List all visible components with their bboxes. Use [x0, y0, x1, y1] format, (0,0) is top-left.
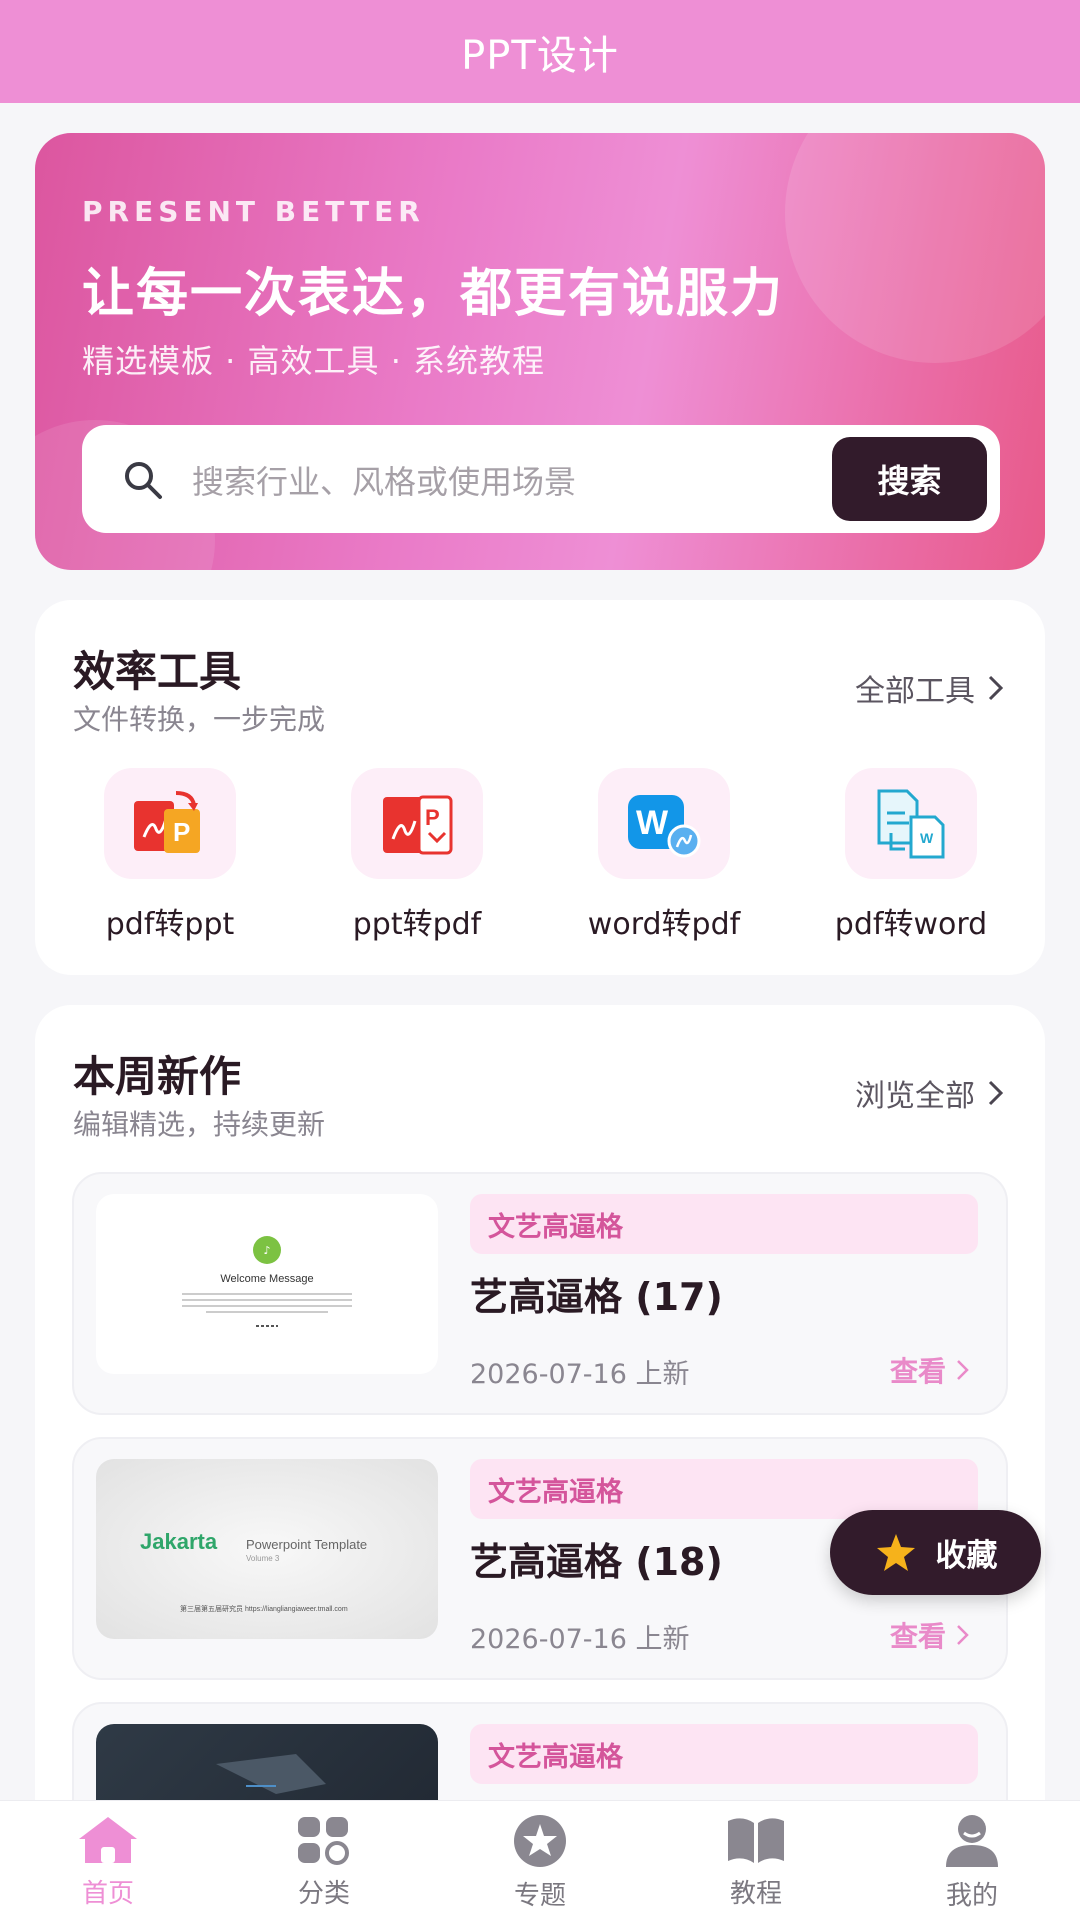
hero-headline: 让每一次表达，都更有说服力 — [82, 264, 785, 324]
top-app-bar: PPT设计 — [0, 0, 1080, 103]
section-subtitle: 编辑精选，持续更新 — [73, 1108, 326, 1141]
new-works-card: 本周新作 编辑精选，持续更新 浏览全部 ♪ Welcome Message 文艺… — [35, 1005, 1045, 1920]
tool-label: pdf转ppt — [105, 907, 235, 942]
chevron-right-icon — [957, 1360, 969, 1380]
tool-label: pdf转word — [834, 907, 988, 942]
hero-kicker: PRESENT BETTER — [82, 195, 425, 228]
view-label: 查看 — [889, 1620, 946, 1653]
all-tools-link[interactable]: 全部工具 — [855, 666, 1005, 710]
book-icon — [728, 1818, 784, 1863]
thumb-heading: Jakarta — [140, 1529, 218, 1554]
nav-label: 分类 — [297, 1879, 350, 1909]
efficiency-tools-card: 效率工具 文件转换，一步完成 全部工具 P pdf转ppt P ppt转pdf … — [35, 600, 1045, 975]
nav-label: 教程 — [729, 1879, 782, 1909]
chevron-right-icon — [988, 675, 1004, 701]
word-to-pdf-icon: W — [598, 768, 730, 879]
nav-item-profile[interactable]: 我的 — [897, 1813, 1047, 1913]
category-tag: 文艺高逼格 — [470, 1724, 978, 1784]
svg-text:W: W — [920, 830, 934, 846]
nav-item-category[interactable]: 分类 — [249, 1813, 399, 1913]
template-title: 艺高逼格 (18) — [470, 1540, 723, 1584]
tool-pdf-to-word[interactable]: W pdf转word — [811, 768, 1011, 943]
svg-text:P: P — [173, 817, 190, 847]
home-icon — [79, 1817, 137, 1863]
template-title: 艺高逼格 (17) — [470, 1275, 723, 1319]
thumb-subheading: Powerpoint Template — [246, 1537, 367, 1552]
publish-date: 2026-07-16 上新 — [470, 1624, 690, 1655]
tool-label: word转pdf — [587, 907, 741, 942]
tool-pdf-to-ppt[interactable]: P pdf转ppt — [70, 768, 270, 943]
nav-label: 首页 — [81, 1879, 134, 1909]
search-bar[interactable]: 搜索行业、风格或使用场景 搜索 — [82, 425, 1000, 533]
nav-label: 专题 — [513, 1881, 566, 1911]
favorite-button[interactable]: 收藏 — [830, 1510, 1041, 1595]
category-tag: 文艺高逼格 — [470, 1194, 978, 1254]
svg-text:♪: ♪ — [263, 1244, 270, 1257]
section-subtitle: 文件转换，一步完成 — [73, 703, 326, 736]
pdf-to-ppt-icon: P — [104, 768, 236, 879]
list-item[interactable]: ♪ Welcome Message 文艺高逼格 艺高逼格 (17) 2026-0… — [72, 1172, 1008, 1415]
nav-item-home[interactable]: 首页 — [33, 1813, 183, 1913]
view-link[interactable]: 查看 — [890, 1350, 970, 1390]
favorite-label: 收藏 — [935, 1538, 998, 1574]
nav-label: 我的 — [945, 1881, 998, 1911]
page-title: PPT设计 — [461, 32, 619, 79]
svg-text:P: P — [425, 805, 440, 830]
tool-label: ppt转pdf — [352, 907, 482, 942]
chevron-right-icon — [988, 1080, 1004, 1106]
view-label: 查看 — [889, 1355, 946, 1388]
hero-subtitle: 精选模板 · 高效工具 · 系统教程 — [82, 342, 546, 380]
hero-banner: PRESENT BETTER 让每一次表达，都更有说服力 精选模板 · 高效工具… — [35, 133, 1045, 570]
search-icon — [125, 462, 162, 499]
thumb-footer: 第三届第五届研究员 https://liangliangiaweer.tmall… — [180, 1604, 348, 1613]
nav-item-topic[interactable]: 专题 — [465, 1813, 615, 1913]
category-icon — [298, 1817, 349, 1865]
browse-all-link[interactable]: 浏览全部 — [855, 1071, 1005, 1115]
user-icon — [946, 1815, 998, 1867]
svg-text:W: W — [636, 804, 669, 842]
tool-word-to-pdf[interactable]: W word转pdf — [564, 768, 764, 943]
pdf-to-word-icon: W — [845, 768, 977, 879]
section-title: 效率工具 — [73, 647, 242, 696]
thumb-heading: Welcome Message — [220, 1273, 313, 1285]
ppt-to-pdf-icon: P — [351, 768, 483, 879]
publish-date: 2026-07-16 上新 — [470, 1359, 690, 1390]
template-thumbnail: ♪ Welcome Message — [96, 1194, 438, 1374]
section-title: 本周新作 — [73, 1052, 242, 1101]
decorative-bubble — [785, 133, 1045, 363]
view-link[interactable]: 查看 — [890, 1615, 970, 1655]
chevron-right-icon — [957, 1625, 969, 1645]
bottom-navigation: 首页 分类 专题 教程 我的 — [0, 1800, 1080, 1920]
template-thumbnail: Jakarta Powerpoint Template Volume 3 第三届… — [96, 1459, 438, 1639]
nav-item-tutorial[interactable]: 教程 — [681, 1813, 831, 1913]
search-button[interactable]: 搜索 — [832, 437, 987, 521]
topic-star-icon — [514, 1815, 566, 1867]
browse-all-label: 浏览全部 — [855, 1079, 975, 1114]
search-input[interactable]: 搜索行业、风格或使用场景 — [192, 457, 576, 503]
star-icon — [876, 1533, 915, 1571]
all-tools-label: 全部工具 — [855, 674, 975, 709]
thumb-volume: Volume 3 — [246, 1554, 280, 1563]
tool-ppt-to-pdf[interactable]: P ppt转pdf — [317, 768, 517, 943]
